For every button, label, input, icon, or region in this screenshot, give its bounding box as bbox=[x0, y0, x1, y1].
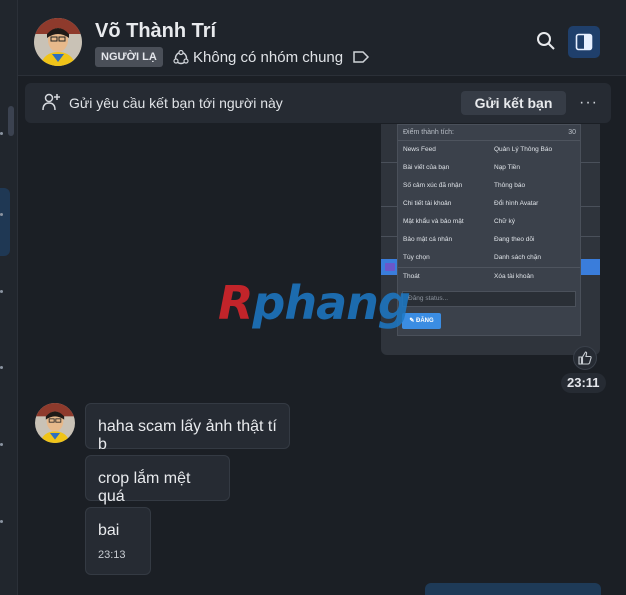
image-status-field: Đăng status... bbox=[402, 291, 576, 307]
image-menu-item: Tùy chọn bbox=[403, 254, 430, 261]
watermark-logo: Rphang bbox=[218, 276, 411, 330]
list-scrollbar[interactable] bbox=[8, 106, 14, 136]
active-conversation-highlight[interactable] bbox=[0, 188, 10, 256]
achievement-value: 30 bbox=[568, 129, 576, 136]
sender-avatar[interactable] bbox=[35, 403, 75, 443]
outgoing-message-bubble[interactable] bbox=[425, 583, 601, 595]
image-menu-item: Số cảm xúc đã nhận bbox=[403, 182, 463, 189]
search-icon[interactable] bbox=[536, 31, 556, 51]
friend-request-bar: Gửi yêu cầu kết bạn tới người này Gửi kế… bbox=[25, 83, 611, 123]
message-text: crop lắm mệt quá bbox=[98, 470, 191, 505]
image-dropdown-panel: Điểm thành tích: 30 News Feed Quản Lý Th… bbox=[397, 124, 581, 336]
list-marker bbox=[0, 132, 3, 135]
list-marker bbox=[0, 520, 3, 523]
chat-header: Võ Thành Trí NGƯỜI LẠ Không có nhóm chun… bbox=[18, 0, 626, 76]
react-button[interactable] bbox=[573, 346, 597, 370]
message-text: haha scam lấy ảnh thật tí b bbox=[98, 418, 277, 453]
image-menu-grid: News Feed Quản Lý Thông Báo Bài viết của… bbox=[398, 141, 580, 285]
thumbs-up-icon bbox=[578, 351, 592, 365]
common-groups-label: Không có nhóm chung bbox=[193, 49, 344, 66]
image-menu-item: Bảo mật cá nhân bbox=[403, 236, 453, 243]
message-bubble[interactable]: bai 23:13 bbox=[85, 507, 151, 575]
list-marker bbox=[0, 290, 3, 293]
message-timestamp: 23:13 bbox=[98, 549, 126, 561]
common-groups[interactable]: Không có nhóm chung bbox=[173, 49, 343, 66]
stranger-badge: NGƯỜI LẠ bbox=[95, 47, 163, 67]
group-icon bbox=[173, 49, 189, 64]
message-text: bai bbox=[98, 522, 120, 539]
friend-request-message: Gửi yêu cầu kết bạn tới người này bbox=[69, 95, 283, 111]
list-marker bbox=[0, 366, 3, 369]
achievement-row: Điểm thành tích: 30 bbox=[398, 125, 580, 141]
watermark-rest: phang bbox=[252, 276, 410, 330]
image-menu-item: Mật khẩu và bảo mật bbox=[403, 218, 464, 225]
image-menu-item: Bài viết của bạn bbox=[403, 164, 450, 171]
toggle-info-panel-button[interactable] bbox=[568, 26, 600, 58]
image-purple-tag bbox=[385, 263, 395, 271]
image-menu-item: Đang theo dõi bbox=[494, 236, 535, 243]
watermark-r: R bbox=[218, 276, 253, 330]
image-menu-item: Quản Lý Thông Báo bbox=[494, 146, 553, 153]
list-marker bbox=[0, 213, 3, 216]
more-options-button[interactable]: ··· bbox=[579, 94, 598, 112]
message-timestamp: 23:11 bbox=[561, 373, 606, 393]
image-menu-item: Thông báo bbox=[494, 182, 526, 189]
image-menu-item: Xóa tài khoản bbox=[489, 267, 580, 285]
contact-name[interactable]: Võ Thành Trí bbox=[95, 20, 216, 43]
image-menu-item: Chữ ký bbox=[494, 218, 515, 225]
achievement-label: Điểm thành tích: bbox=[403, 129, 454, 136]
image-menu-item: News Feed bbox=[403, 146, 436, 153]
send-friend-request-button[interactable]: Gửi kết bạn bbox=[461, 91, 566, 115]
tag-icon[interactable] bbox=[352, 50, 370, 64]
conversation-list-edge bbox=[0, 0, 18, 595]
image-message[interactable]: Điểm thành tích: 30 News Feed Quản Lý Th… bbox=[381, 124, 600, 355]
image-menu-item: Nạp Tiền bbox=[494, 164, 521, 171]
image-menu-item: Đổi hình Avatar bbox=[494, 200, 539, 207]
message-bubble[interactable]: crop lắm mệt quá bbox=[85, 455, 230, 505]
image-menu-item: Thoát bbox=[398, 267, 489, 285]
contact-avatar[interactable] bbox=[34, 18, 82, 66]
image-menu-item: Chi tiết tài khoản bbox=[403, 200, 452, 207]
image-menu-item: Danh sách chặn bbox=[494, 254, 541, 261]
list-marker bbox=[0, 443, 3, 446]
sidebar-panel-icon bbox=[575, 33, 593, 51]
add-person-icon bbox=[42, 93, 60, 111]
message-bubble[interactable]: haha scam lấy ảnh thật tí b bbox=[85, 403, 290, 453]
